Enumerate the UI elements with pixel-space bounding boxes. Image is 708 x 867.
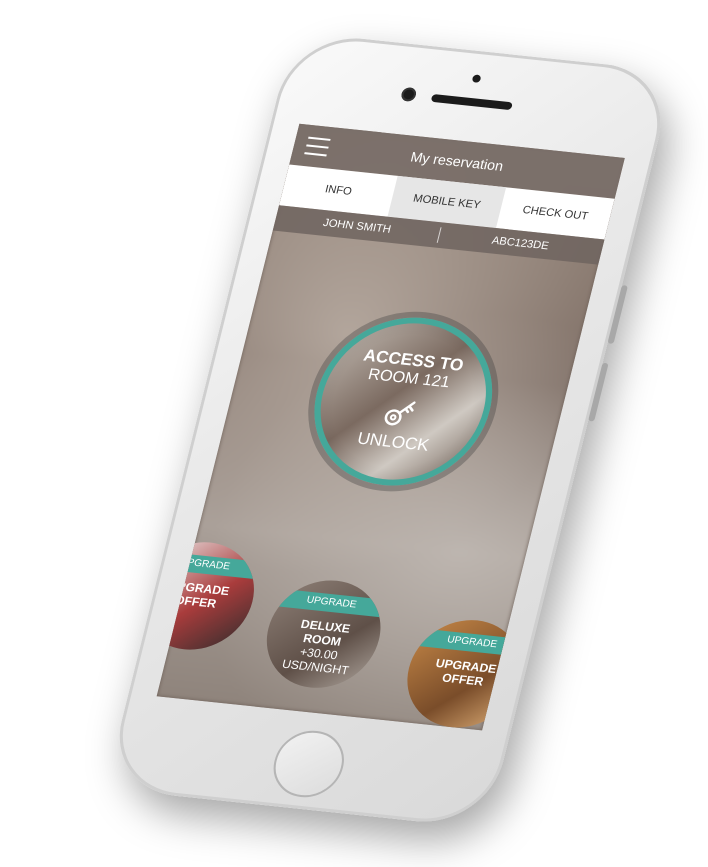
- volume-button-2: [588, 362, 609, 422]
- home-button[interactable]: [266, 727, 352, 801]
- key-icon: [384, 401, 416, 426]
- offer-body: DELUXE ROOM +30.00 USD/NIGHT: [258, 614, 382, 680]
- offer-subtitle: OFFER: [440, 670, 485, 689]
- offer-body: UPGRADE OFFER: [406, 653, 523, 692]
- offer-tag: UPGRADE: [414, 628, 530, 658]
- offer-subtitle: OFFER: [173, 592, 218, 611]
- earpiece-speaker: [430, 93, 513, 111]
- sensor-dot: [471, 74, 482, 83]
- front-camera: [400, 86, 418, 102]
- volume-button: [607, 285, 628, 344]
- phone-device: My reservation INFO MOBILE KEY CHECK OUT…: [104, 31, 676, 829]
- offer-price-unit: USD/NIGHT: [280, 656, 351, 678]
- offer-body: UPGRADE OFFER: [157, 576, 256, 615]
- unlock-label: UNLOCK: [355, 428, 432, 455]
- app-screen: My reservation INFO MOBILE KEY CHECK OUT…: [156, 123, 625, 731]
